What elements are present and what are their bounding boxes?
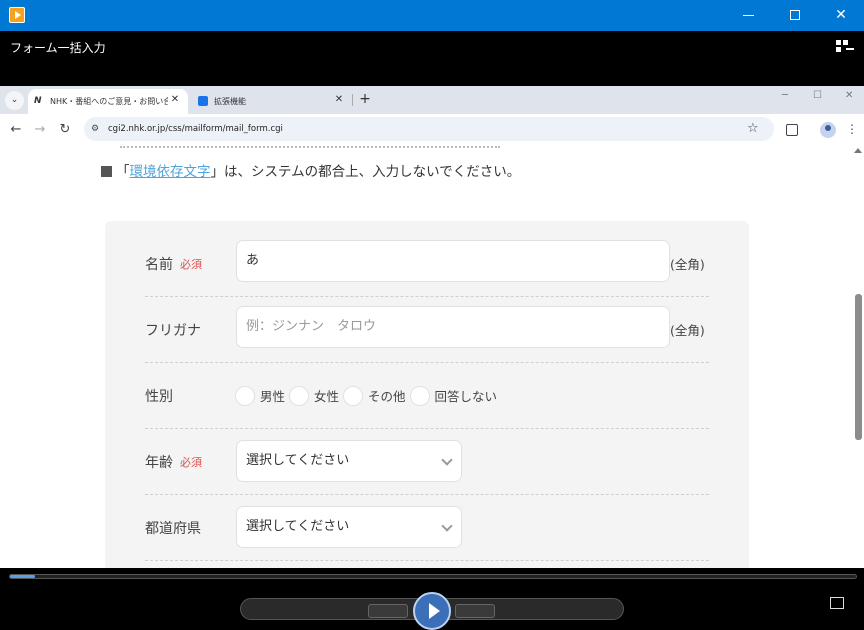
back-arrow-icon[interactable]: ←: [8, 122, 24, 138]
minimize-button[interactable]: [726, 0, 772, 31]
scroll-up-arrow-icon[interactable]: [854, 148, 862, 153]
tab-close-icon[interactable]: ✕: [333, 94, 345, 106]
maximize-button[interactable]: [772, 0, 818, 31]
tab-nhk-form[interactable]: N NHK・番組へのご意見・お問い合わ ✕: [28, 89, 188, 114]
age-select[interactable]: 選択してください: [236, 440, 462, 482]
tab-label: 拡張機能: [214, 97, 246, 106]
address-bar[interactable]: ⚙ cgi2.nhk.or.jp/css/mailform/mail_form.…: [84, 117, 774, 141]
prefecture-label: 都道府県: [145, 520, 201, 537]
radio-circle[interactable]: [343, 385, 364, 406]
name-label: 名前 必須: [145, 231, 202, 296]
tab-search-button[interactable]: ⌄: [5, 91, 24, 110]
fullwidth-note: (全角): [670, 323, 705, 338]
browser-minimize-icon[interactable]: ─: [782, 90, 788, 101]
form-row-age: 年齢 必須 選択してください: [145, 429, 709, 495]
seek-bar[interactable]: [9, 574, 857, 579]
tab-strip: ⌄ N NHK・番組へのご意見・お問い合わ ✕ 拡張機能 ✕ + ─ ☐ ✕: [0, 86, 864, 114]
browser-chrome: ⌄ N NHK・番組へのご意見・お問い合わ ✕ 拡張機能 ✕ + ─ ☐ ✕ ←…: [0, 86, 864, 146]
name-label-text: 名前: [145, 256, 173, 273]
furigana-label: フリガナ: [145, 322, 201, 339]
radio-label: 男性: [260, 389, 286, 404]
form-row-furigana: フリガナ 例：ジンナン タロウ (全角): [145, 297, 709, 363]
fullwidth-note: (全角): [670, 257, 705, 272]
radio-circle[interactable]: [235, 385, 255, 406]
player-app-icon: [9, 7, 25, 23]
tab-label: NHK・番組へのご意見・お問い合わ: [50, 97, 168, 106]
forward-arrow-icon[interactable]: →: [32, 122, 48, 138]
chevron-down-icon: [441, 520, 453, 532]
required-badge: 必須: [180, 455, 202, 469]
notice-prefix: 「: [116, 164, 130, 180]
square-bullet-icon: [101, 166, 112, 177]
gender-option-other[interactable]: その他: [343, 385, 406, 406]
minimize-icon: [743, 15, 754, 16]
scrollbar-thumb[interactable]: [855, 294, 862, 440]
reload-icon[interactable]: ↻: [57, 122, 73, 138]
fullscreen-icon[interactable]: [830, 597, 844, 609]
gender-option-female[interactable]: 女性: [289, 385, 340, 406]
browser-maximize-icon[interactable]: ☐: [813, 90, 822, 101]
next-button[interactable]: [455, 604, 495, 618]
clipped-text-line: [120, 146, 500, 148]
name-input[interactable]: あ: [236, 240, 670, 282]
radio-circle[interactable]: [409, 385, 430, 406]
radio-label: 回答しない: [434, 389, 498, 404]
play-button[interactable]: [413, 592, 451, 630]
puzzle-icon: [198, 96, 208, 106]
inquiry-form: 名前 必須 あ (全角) フリガナ 例：ジンナン タロウ (全角) 性別 男性 …: [105, 221, 749, 568]
radio-label: その他: [368, 389, 406, 404]
furigana-input[interactable]: 例：ジンナン タロウ: [236, 306, 670, 348]
chevron-down-icon: [441, 454, 453, 466]
browser-toolbar: ← → ↻ ⚙ cgi2.nhk.or.jp/css/mailform/mail…: [0, 114, 864, 146]
radio-label: 女性: [314, 389, 340, 404]
radio-circle[interactable]: [289, 385, 310, 406]
tab-separator: [352, 94, 353, 106]
prefecture-select-value: 選択してください: [246, 519, 350, 534]
player-title: フォーム一括入力: [10, 41, 106, 55]
nhk-favicon-icon: N: [34, 96, 42, 106]
url-text[interactable]: cgi2.nhk.or.jp/css/mailform/mail_form.cg…: [108, 123, 283, 135]
form-row-name: 名前 必須 あ (全角): [145, 231, 709, 297]
site-info-icon[interactable]: ⚙: [91, 123, 103, 135]
required-badge: 必須: [180, 257, 202, 271]
window-titlebar: ✕: [0, 0, 864, 31]
extensions-icon[interactable]: [786, 124, 798, 136]
environment-char-link[interactable]: 環境依存文字: [130, 164, 211, 180]
browser-close-icon[interactable]: ✕: [845, 90, 853, 101]
gender-label: 性別: [145, 388, 173, 405]
seek-progress: [10, 575, 36, 578]
age-label: 年齢 必須: [145, 429, 202, 494]
player-header: フォーム一括入力: [0, 31, 864, 86]
maximize-icon: [790, 10, 800, 20]
player-controls: [0, 568, 864, 630]
gender-option-male[interactable]: 男性: [235, 385, 286, 406]
close-button[interactable]: ✕: [818, 0, 864, 31]
gender-radio-group: 男性 女性 その他 回答しない: [235, 363, 501, 428]
bookmark-star-icon[interactable]: ☆: [747, 121, 759, 137]
form-row-gender: 性別 男性 女性 その他 回答しない: [145, 363, 709, 429]
new-tab-button[interactable]: +: [358, 91, 372, 107]
prefecture-select[interactable]: 選択してください: [236, 506, 462, 548]
web-page: 「環境依存文字」は、システムの都合上、入力しないでください。 名前 必須 あ (…: [0, 146, 864, 568]
notice-suffix: 」は、システムの都合上、入力しないでください。: [210, 164, 521, 180]
environment-char-notice: 「環境依存文字」は、システムの都合上、入力しないでください。: [101, 160, 520, 180]
previous-button[interactable]: [368, 604, 408, 618]
gender-option-no-answer[interactable]: 回答しない: [409, 385, 498, 406]
tab-close-icon[interactable]: ✕: [169, 94, 181, 106]
age-select-value: 選択してください: [246, 453, 350, 468]
profile-avatar-icon[interactable]: [820, 122, 836, 138]
age-label-text: 年齢: [145, 454, 173, 471]
tab-extensions[interactable]: 拡張機能 ✕: [192, 89, 352, 114]
playlist-grid-icon[interactable]: [836, 40, 854, 54]
form-row-prefecture: 都道府県 選択してください: [145, 495, 709, 561]
kebab-menu-icon[interactable]: ⋮: [846, 121, 858, 137]
